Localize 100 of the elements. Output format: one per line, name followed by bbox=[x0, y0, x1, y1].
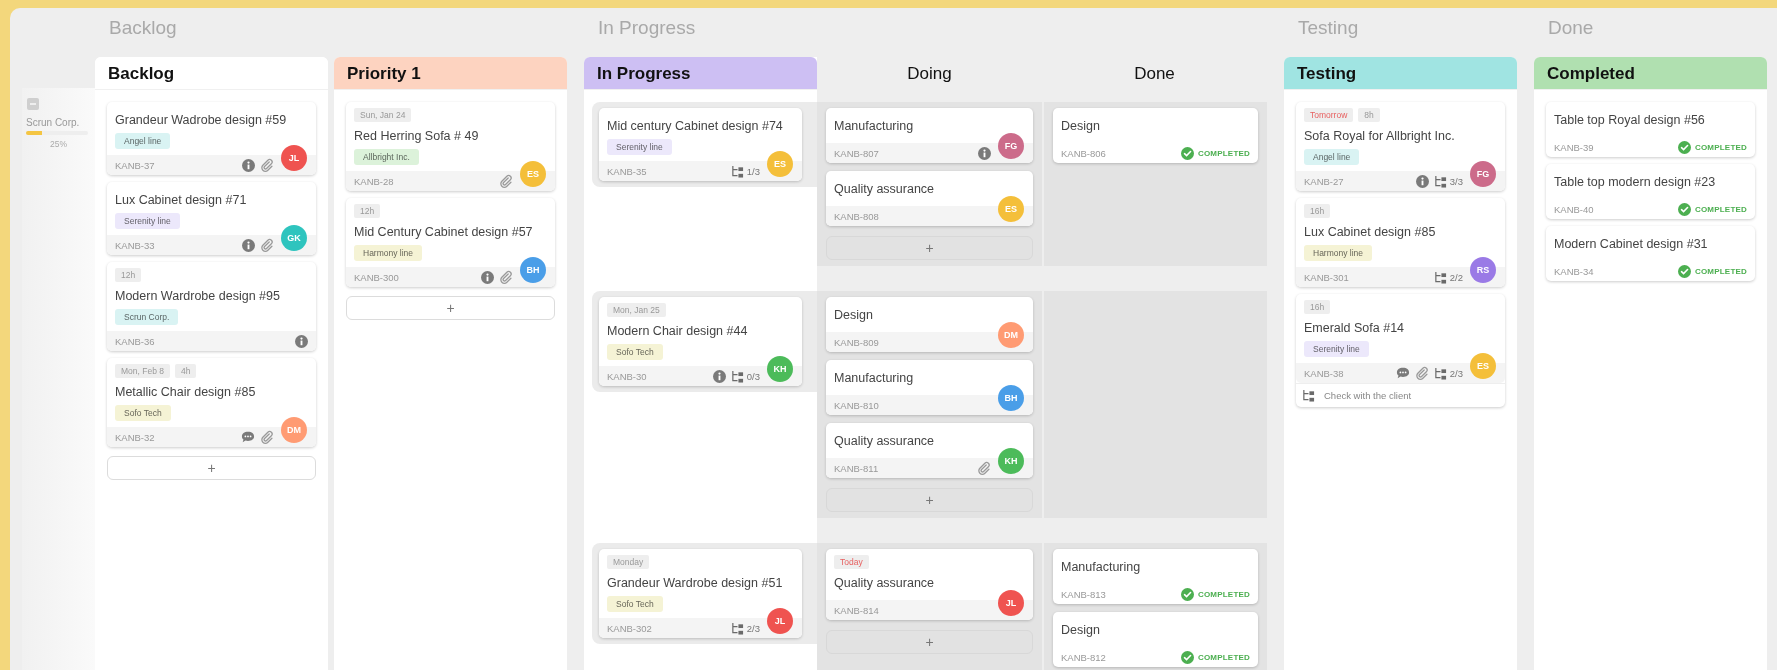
subtasks-icon bbox=[1302, 389, 1315, 402]
task-card[interactable]: Modern Cabinet design #31 KANB-34 COMPLETED bbox=[1546, 226, 1755, 281]
card-title: Mid Century Cabinet design #57 bbox=[354, 225, 533, 239]
task-card[interactable]: Mon, Feb 8 4h Metallic Chair design #85 Sofo Tech KANB-32 DM bbox=[107, 358, 316, 447]
task-card[interactable]: Manufacturing KANB-813 COMPLETED bbox=[1053, 549, 1258, 604]
add-card-button[interactable]: + bbox=[107, 456, 316, 480]
card-title: Design bbox=[834, 308, 873, 322]
label-tag: Sofo Tech bbox=[115, 405, 171, 421]
card-title: Quality assurance bbox=[834, 434, 935, 448]
date-tag: 16h bbox=[1304, 204, 1331, 218]
card-title: Manufacturing bbox=[834, 119, 914, 133]
task-id: KANB-40 bbox=[1554, 203, 1594, 215]
card-title: Grandeur Wadrobe design #59 bbox=[115, 113, 287, 127]
subtask-count: 1/3 bbox=[746, 165, 760, 177]
task-card[interactable]: Today Quality assurance KANB-814 JL bbox=[826, 549, 1033, 620]
task-id: KANB-34 bbox=[1554, 265, 1594, 277]
task-card[interactable]: Manufacturing KANB-810 BH bbox=[826, 360, 1033, 415]
task-card[interactable]: Lux Cabinet design #71 Serenity line KANB-33 GK bbox=[107, 182, 316, 255]
subtasks-icon bbox=[1433, 366, 1447, 380]
column-header[interactable]: Backlog bbox=[95, 57, 328, 90]
task-id: KANB-811 bbox=[834, 462, 879, 474]
subcolumn-header[interactable]: Doing bbox=[817, 57, 1042, 90]
task-id: KANB-37 bbox=[115, 159, 155, 171]
card-title: Table top modern design #23 bbox=[1554, 175, 1716, 189]
task-id: KANB-39 bbox=[1554, 141, 1594, 153]
label-tag: Harmony line bbox=[1304, 245, 1373, 261]
subtask-count: 3/3 bbox=[1449, 175, 1463, 187]
task-card[interactable]: Tomorrow 8h Sofa Royal for Allbright Inc. Angel line KANB-27 3/3 FG bbox=[1296, 102, 1505, 191]
column-header[interactable]: Priority 1 bbox=[334, 57, 567, 90]
task-card[interactable]: 12h Modern Wardrobe design #95 Scrun Corp. KANB-36 bbox=[107, 262, 316, 351]
card-title: Quality assurance bbox=[834, 576, 935, 590]
check-circle-icon bbox=[1677, 264, 1691, 278]
card-title: Metallic Chair design #85 bbox=[115, 385, 256, 399]
status-text: COMPLETED bbox=[1694, 142, 1747, 152]
status-text: COMPLETED bbox=[1197, 589, 1250, 599]
subcolumn-header[interactable]: Done bbox=[1042, 57, 1267, 90]
label-tag: Angel line bbox=[115, 133, 171, 149]
task-id: KANB-813 bbox=[1061, 588, 1106, 600]
task-card[interactable]: Grandeur Wadrobe design #59 Angel line KANB-37 JL bbox=[107, 102, 316, 175]
task-card[interactable]: Design KANB-806 COMPLETED bbox=[1053, 108, 1258, 163]
status-text: COMPLETED bbox=[1197, 652, 1250, 662]
task-card[interactable]: Table top modern design #23 KANB-40 COMPLETED bbox=[1546, 164, 1755, 219]
task-id: KANB-28 bbox=[354, 175, 394, 187]
column-header[interactable]: Completed bbox=[1534, 57, 1767, 90]
add-card-button[interactable]: + bbox=[346, 296, 555, 320]
label-tag: Angel line bbox=[1304, 149, 1360, 165]
task-id: KANB-808 bbox=[834, 210, 879, 222]
task-card[interactable]: Design KANB-812 COMPLETED bbox=[1053, 612, 1258, 667]
card-title: Mid century Cabinet design #74 bbox=[607, 119, 783, 133]
label-tag: Allbright Inc. bbox=[354, 149, 419, 165]
task-id: KANB-32 bbox=[115, 431, 155, 443]
task-card[interactable]: Table top Royal design #56 KANB-39 COMPLETED bbox=[1546, 102, 1755, 157]
task-card[interactable]: Quality assurance KANB-811 KH bbox=[826, 423, 1033, 478]
task-card[interactable]: 16h Emerald Sofa #14 Serenity line KANB-38 2/3 ES Check with the client bbox=[1296, 294, 1505, 407]
task-card[interactable]: Mon, Jan 25 Modern Chair design #44 Sofo Tech KANB-30 0/3 KH bbox=[599, 297, 802, 386]
task-card[interactable]: Sun, Jan 24 Red Herring Sofa # 49 Allbright Inc. KANB-28 ES bbox=[346, 102, 555, 191]
task-card[interactable]: Monday Grandeur Wardrobe design #51 Sofo Tech KANB-302 2/3 JL bbox=[599, 549, 802, 638]
card-title: Sofa Royal for Allbright Inc. bbox=[1304, 129, 1455, 143]
task-id: KANB-806 bbox=[1061, 147, 1106, 159]
progress-percent: 25% bbox=[50, 139, 67, 149]
date-tag: 8h bbox=[1358, 108, 1380, 122]
subtasks-icon bbox=[730, 369, 744, 383]
add-card-button[interactable]: + bbox=[826, 488, 1033, 512]
check-circle-icon bbox=[1180, 650, 1194, 664]
collapse-icon[interactable] bbox=[27, 98, 39, 110]
task-id: KANB-302 bbox=[607, 622, 652, 634]
task-card[interactable]: Quality assurance KANB-808 ES bbox=[826, 171, 1033, 226]
check-circle-icon bbox=[1180, 587, 1194, 601]
label-tag: Sofo Tech bbox=[607, 596, 663, 612]
task-card[interactable]: Mid century Cabinet design #74 Serenity line KANB-35 1/3 ES bbox=[599, 108, 802, 181]
status-text: COMPLETED bbox=[1694, 204, 1747, 214]
task-card[interactable]: 12h Mid Century Cabinet design #57 Harmony line KANB-300 BH bbox=[346, 198, 555, 287]
subtask-count: 2/3 bbox=[1449, 367, 1463, 379]
label-tag: Sofo Tech bbox=[607, 344, 663, 360]
task-id: KANB-300 bbox=[354, 271, 399, 283]
task-card[interactable]: Design KANB-809 DM bbox=[826, 297, 1033, 352]
card-title: Modern Chair design #44 bbox=[607, 324, 748, 338]
card-title: Red Herring Sofa # 49 bbox=[354, 129, 479, 143]
task-card[interactable]: Manufacturing KANB-807 FG bbox=[826, 108, 1033, 163]
card-title: Grandeur Wardrobe design #51 bbox=[607, 576, 783, 590]
card-title: Lux Cabinet design #85 bbox=[1304, 225, 1436, 239]
column-header[interactable]: Testing bbox=[1284, 57, 1517, 90]
card-title: Design bbox=[1061, 623, 1100, 637]
task-id: KANB-301 bbox=[1304, 271, 1349, 283]
task-id: KANB-30 bbox=[607, 370, 647, 382]
task-id: KANB-33 bbox=[115, 239, 155, 251]
card-title: Modern Cabinet design #31 bbox=[1554, 237, 1708, 251]
subtask-count: 2/3 bbox=[746, 622, 760, 634]
add-card-button[interactable]: + bbox=[826, 236, 1033, 260]
checklist-item-text: Check with the client bbox=[1324, 390, 1412, 401]
task-card[interactable]: 16h Lux Cabinet design #85 Harmony line KANB-301 2/2 RS bbox=[1296, 198, 1505, 287]
subtasks-icon bbox=[1433, 270, 1447, 284]
date-tag: Mon, Jan 25 bbox=[607, 303, 666, 317]
lane-title: Scrun Corp. bbox=[26, 117, 80, 128]
add-card-button[interactable]: + bbox=[826, 630, 1033, 654]
check-circle-icon bbox=[1677, 202, 1691, 216]
task-id: KANB-36 bbox=[115, 335, 155, 347]
task-id: KANB-814 bbox=[834, 604, 879, 616]
group-title: Backlog bbox=[108, 16, 178, 40]
column-header[interactable]: In Progress bbox=[584, 57, 817, 90]
